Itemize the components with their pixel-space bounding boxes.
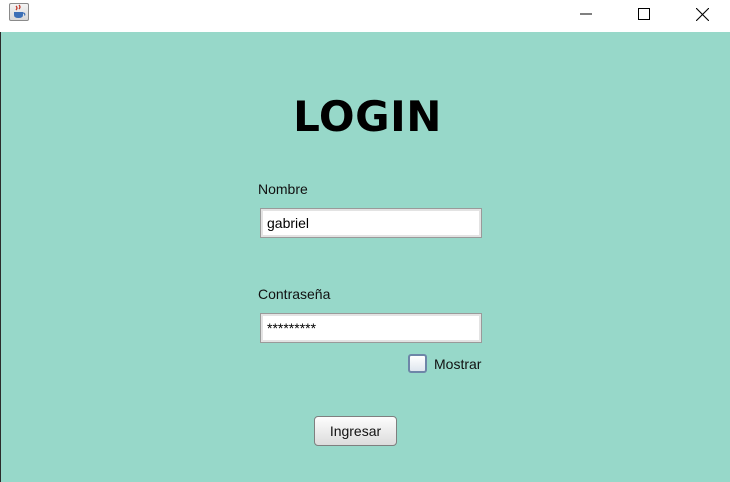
minimize-button[interactable]: [563, 0, 609, 28]
password-label: Contraseña: [258, 286, 331, 302]
close-button[interactable]: [679, 0, 725, 28]
maximize-icon: [638, 8, 650, 20]
maximize-button[interactable]: [621, 0, 667, 28]
show-password-checkbox[interactable]: [408, 354, 427, 373]
page-title: LOGIN: [293, 92, 442, 141]
title-bar: [0, 0, 730, 32]
minimize-icon: [580, 13, 592, 15]
close-icon: [695, 7, 709, 21]
java-cup-icon[interactable]: [9, 3, 29, 21]
name-label: Nombre: [258, 181, 308, 197]
show-password-label[interactable]: Mostrar: [434, 356, 482, 372]
password-field[interactable]: [260, 313, 482, 343]
name-field[interactable]: [260, 208, 482, 238]
login-button[interactable]: Ingresar: [314, 416, 397, 446]
